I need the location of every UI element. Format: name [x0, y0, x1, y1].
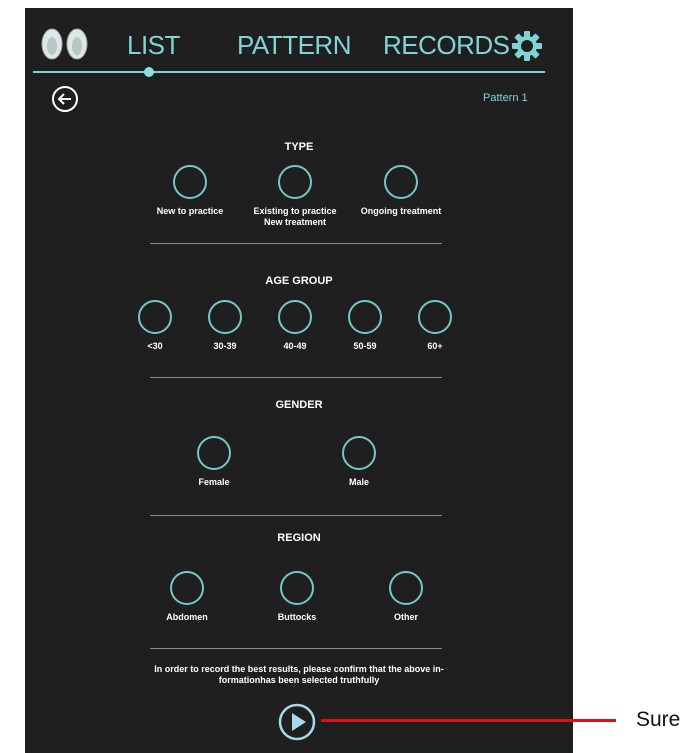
type-option-ongoing[interactable]: Ongoing treatment	[341, 165, 461, 217]
app-screen: LIST PATTERN RECORDS Pattern 1 TYPE New …	[25, 8, 573, 753]
region-option-abdomen[interactable]: Abdomen	[127, 571, 247, 623]
gender-option-female[interactable]: Female	[154, 436, 274, 488]
radio-ring[interactable]	[384, 165, 418, 199]
radio-ring[interactable]	[173, 165, 207, 199]
back-arrow-icon[interactable]	[51, 85, 79, 113]
gear-icon[interactable]	[511, 30, 543, 62]
radio-ring[interactable]	[389, 571, 423, 605]
divider	[150, 243, 442, 244]
logo-icon	[41, 28, 88, 60]
tab-records[interactable]: RECORDS	[383, 30, 510, 61]
callout-line	[321, 719, 616, 722]
active-tab-indicator	[144, 67, 154, 77]
tab-list[interactable]: LIST	[127, 30, 180, 61]
radio-ring[interactable]	[280, 571, 314, 605]
divider	[150, 377, 442, 378]
age-option-60-plus[interactable]: 60+	[375, 300, 495, 352]
callout-label: Sure	[636, 708, 681, 731]
play-icon[interactable]	[277, 702, 317, 742]
radio-ring[interactable]	[418, 300, 452, 334]
radio-ring[interactable]	[197, 436, 231, 470]
region-option-label: Buttocks	[277, 612, 317, 622]
type-option-new[interactable]: New to practice	[130, 165, 250, 217]
age-option-label: 60+	[427, 341, 443, 351]
radio-ring[interactable]	[342, 436, 376, 470]
nav-underline	[33, 71, 545, 73]
confirmation-notice: In order to record the best results, ple…	[154, 664, 444, 685]
type-option-existing[interactable]: Existing to practice New treatment	[235, 165, 355, 228]
radio-ring[interactable]	[278, 165, 312, 199]
type-option-label: New to practice	[156, 206, 224, 216]
gender-option-label: Female	[198, 477, 230, 487]
type-option-label: Existing to practice New treatment	[253, 206, 337, 227]
radio-ring[interactable]	[170, 571, 204, 605]
region-option-other[interactable]: Other	[346, 571, 466, 623]
tab-pattern[interactable]: PATTERN	[237, 30, 351, 61]
age-group-title: AGE GROUP	[265, 275, 333, 287]
region-option-label: Abdomen	[166, 612, 208, 622]
region-option-buttocks[interactable]: Buttocks	[237, 571, 357, 623]
divider	[150, 648, 442, 649]
type-title: TYPE	[284, 141, 314, 153]
divider	[150, 515, 442, 516]
gender-title: GENDER	[275, 399, 323, 411]
region-title: REGION	[277, 532, 321, 544]
type-option-label: Ongoing treatment	[360, 206, 442, 216]
gender-option-label: Male	[348, 477, 369, 487]
gender-option-male[interactable]: Male	[299, 436, 419, 488]
region-option-label: Other	[393, 612, 418, 622]
pattern-label: Pattern 1	[483, 92, 528, 104]
